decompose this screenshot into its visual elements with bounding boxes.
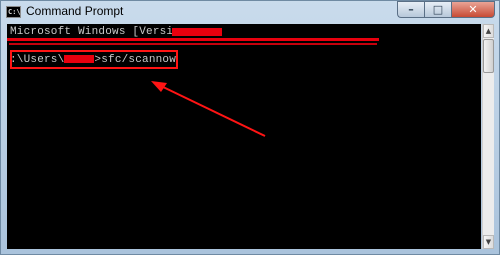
title-bar[interactable]: C:\ Command Prompt – □ ✕ [1,1,499,23]
cmd-icon[interactable]: C:\ [6,6,21,18]
maximize-button[interactable]: □ [424,1,451,18]
window-controls: – □ ✕ [397,1,495,18]
vertical-scrollbar[interactable]: ▲ ▼ [482,24,494,249]
window-title: Command Prompt [26,4,124,18]
annotation-arrow [151,81,266,137]
scroll-thumb[interactable] [483,39,494,73]
scroll-down-button[interactable]: ▼ [483,235,494,249]
command-prompt-window: C:\ Command Prompt – □ ✕ Microsoft Windo… [0,0,500,255]
arrow-shaft [160,85,266,137]
close-button[interactable]: ✕ [451,1,495,18]
console-output[interactable]: Microsoft Windows [Version :\Users\ >sfc/… [7,24,481,249]
minimize-button[interactable]: – [397,1,424,18]
scroll-up-button[interactable]: ▲ [483,24,494,38]
arrow-head [151,81,167,92]
